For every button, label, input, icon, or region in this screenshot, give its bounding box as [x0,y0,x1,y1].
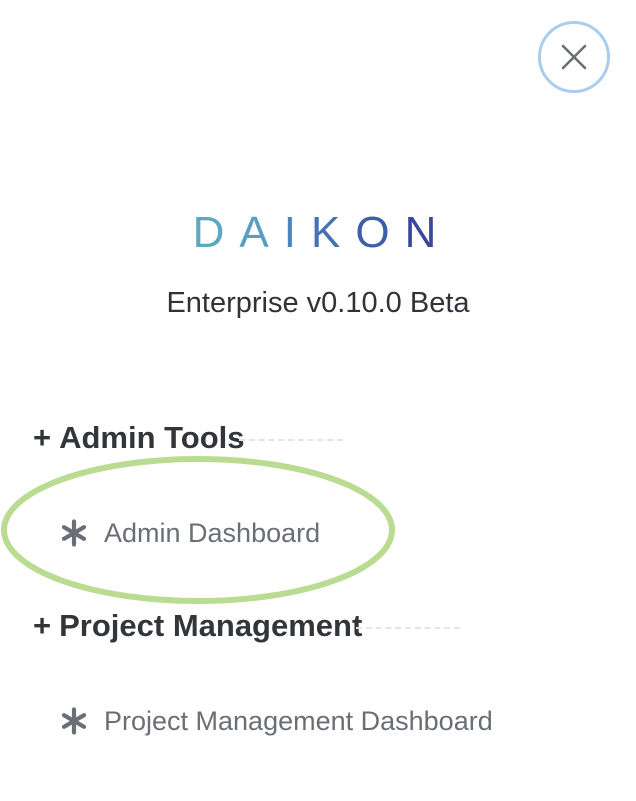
close-icon [561,44,587,70]
brand-letter: A [239,208,284,257]
navigation-panel: DAIKON Enterprise v0.10.0 Beta + Admin T… [0,0,636,801]
section-title: Admin Tools [59,420,245,455]
brand-letter: K [311,208,356,257]
close-button[interactable] [538,21,610,93]
section-header-admin-tools[interactable]: + Admin Tools [33,418,343,458]
menu-item-label: Admin Dashboard [104,518,321,548]
expand-icon: + [33,608,52,643]
brand-logo: DAIKON [0,205,636,261]
version-text: Enterprise v0.10.0 Beta [166,287,470,319]
menu-item-label: Project Management Dashboard [104,706,493,736]
brand-letter: O [355,208,405,257]
brand-letter: N [404,208,452,257]
menu-item-project-management-dashboard[interactable]: Project Management Dashboard [60,703,493,739]
section-header-project-management[interactable]: + Project Management [33,606,461,646]
section-divider [356,627,461,629]
section-divider [238,439,343,441]
asterisk-icon [61,707,87,735]
expand-icon: + [33,420,52,455]
asterisk-icon [61,519,87,547]
brand-letter: I [283,208,311,257]
section-title: Project Management [59,608,363,643]
brand-letter: D [192,208,240,257]
menu-item-admin-dashboard[interactable]: Admin Dashboard [60,515,320,551]
